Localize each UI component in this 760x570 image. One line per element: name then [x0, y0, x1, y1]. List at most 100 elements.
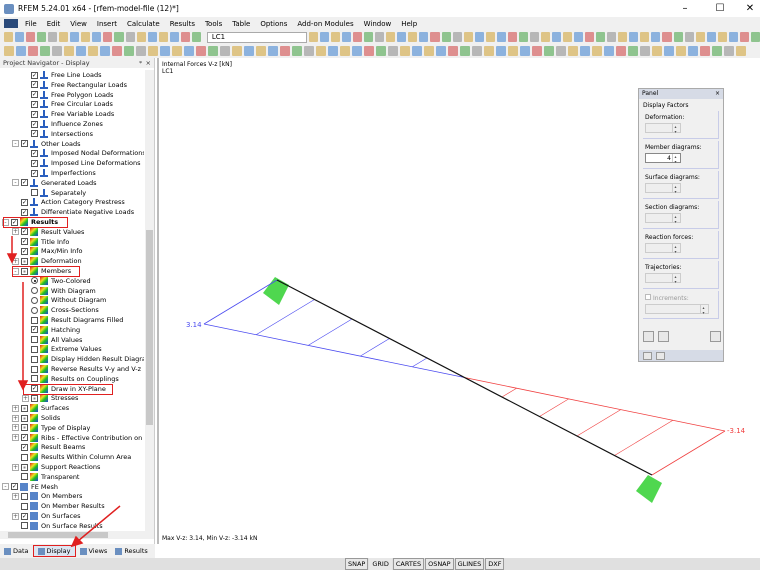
toolbar-button[interactable]: [26, 32, 36, 42]
toolbar-button[interactable]: [618, 32, 628, 42]
toolbar-button[interactable]: [70, 32, 80, 42]
factor-spinner[interactable]: [645, 273, 681, 283]
toolbar-button[interactable]: [256, 46, 266, 56]
lock-button[interactable]: [710, 331, 721, 342]
toolbar-button[interactable]: [88, 46, 98, 56]
toolbar-button[interactable]: [739, 32, 749, 42]
expand-icon[interactable]: +: [12, 434, 19, 442]
checkbox[interactable]: ✓: [21, 179, 28, 187]
toolbar-button[interactable]: [397, 32, 407, 42]
tree-item[interactable]: Results on Couplings: [22, 374, 119, 384]
toolbar-button[interactable]: [308, 32, 318, 42]
status-grid[interactable]: GRID: [369, 558, 392, 570]
toolbar-button[interactable]: [386, 32, 396, 42]
toolbar-button[interactable]: [507, 32, 517, 42]
tree-item[interactable]: ✓ Intersections: [22, 129, 93, 139]
toolbar-button[interactable]: [124, 46, 134, 56]
toolbar-button[interactable]: [4, 46, 14, 56]
checkbox[interactable]: [31, 355, 38, 363]
copy-button[interactable]: [658, 331, 669, 342]
toolbar-button[interactable]: [400, 46, 410, 56]
checkbox[interactable]: [21, 463, 28, 471]
toolbar-button[interactable]: [676, 46, 686, 56]
maximize-button[interactable]: ☐: [705, 0, 735, 17]
menu-options[interactable]: Options: [255, 20, 292, 28]
toolbar-button[interactable]: [688, 46, 698, 56]
toolbar-button[interactable]: [662, 32, 672, 42]
toolbar-button[interactable]: [520, 46, 530, 56]
tree-item[interactable]: ✓ Result Beams: [12, 442, 85, 452]
expand-icon[interactable]: +: [12, 463, 19, 471]
panel-tab-edit[interactable]: [656, 351, 665, 360]
tree-item[interactable]: ✓ Title Info: [12, 237, 69, 247]
status-glines[interactable]: GLINES: [454, 558, 485, 570]
checkbox[interactable]: ✓: [21, 247, 28, 255]
tree-item[interactable]: + Support Reactions: [12, 462, 100, 472]
toolbar-button[interactable]: [551, 32, 562, 42]
tree-item[interactable]: - ✓ FE Mesh: [2, 482, 58, 492]
toolbar-button[interactable]: [114, 32, 124, 42]
vertical-scrollbar[interactable]: [145, 70, 154, 532]
radio-button[interactable]: [31, 306, 38, 314]
collapse-icon[interactable]: -: [12, 140, 19, 148]
toolbar-button[interactable]: [485, 32, 495, 42]
toolbar-button[interactable]: [529, 32, 539, 42]
toolbar-button[interactable]: [640, 32, 650, 42]
menu-tools[interactable]: Tools: [200, 20, 227, 28]
expand-icon[interactable]: +: [12, 404, 19, 412]
expand-icon[interactable]: +: [12, 492, 19, 500]
expand-icon[interactable]: +: [22, 394, 29, 402]
toolbar-button[interactable]: [208, 46, 218, 56]
toolbar-button[interactable]: [244, 46, 254, 56]
tree-item[interactable]: ✓ Free Polygon Loads: [22, 90, 113, 100]
menu-calculate[interactable]: Calculate: [122, 20, 165, 28]
toolbar-button[interactable]: [328, 46, 338, 56]
tree-item[interactable]: Cross-Sections: [22, 305, 99, 315]
toolbar-button[interactable]: [59, 32, 69, 42]
factor-spinner[interactable]: [645, 123, 681, 133]
checkbox[interactable]: [21, 492, 28, 500]
toolbar-button[interactable]: [436, 46, 446, 56]
expand-icon[interactable]: +: [12, 424, 19, 432]
toolbar-button[interactable]: [628, 46, 638, 56]
checkbox[interactable]: ✓: [21, 512, 28, 520]
tab-views[interactable]: Views: [76, 545, 112, 557]
toolbar-button[interactable]: [580, 46, 590, 56]
checkbox[interactable]: ✓: [31, 110, 38, 118]
toolbar-button[interactable]: [169, 32, 179, 42]
factor-spinner[interactable]: [645, 243, 681, 253]
checkbox[interactable]: [31, 336, 38, 344]
toolbar-button[interactable]: [472, 46, 482, 56]
horizontal-scrollbar[interactable]: [0, 531, 154, 539]
toolbar-button[interactable]: [728, 32, 738, 42]
toolbar-button[interactable]: [92, 32, 102, 42]
toolbar-button[interactable]: [452, 32, 462, 42]
toolbar-button[interactable]: [220, 46, 230, 56]
toolbar-button[interactable]: [52, 46, 62, 56]
toolbar-button[interactable]: [64, 46, 74, 56]
checkbox[interactable]: [31, 189, 38, 197]
toolbar-button[interactable]: [280, 46, 290, 56]
checkbox[interactable]: ✓: [31, 81, 38, 89]
radio-button[interactable]: [31, 287, 38, 295]
tree-item[interactable]: ✓ Differentiate Negative Loads: [12, 207, 134, 217]
toolbar-button[interactable]: [474, 32, 484, 42]
toolbar-button[interactable]: [651, 32, 661, 42]
tree-item[interactable]: ✓ Free Line Loads: [22, 70, 101, 80]
expand-icon[interactable]: +: [12, 257, 19, 265]
menu-insert[interactable]: Insert: [92, 20, 122, 28]
toolbar-button[interactable]: [112, 46, 122, 56]
tree-item[interactable]: On Member Results: [12, 501, 105, 511]
tree-item[interactable]: + ✓ On Surfaces: [12, 511, 80, 521]
checkbox[interactable]: [21, 453, 28, 461]
toolbar-button[interactable]: [629, 32, 639, 42]
checkbox[interactable]: ✓: [31, 91, 38, 99]
toolbar-button[interactable]: [424, 46, 434, 56]
toolbar-button[interactable]: [736, 46, 746, 56]
toolbar-button[interactable]: [268, 46, 278, 56]
checkbox[interactable]: ✓: [31, 71, 38, 79]
checkbox[interactable]: ✓: [31, 159, 38, 167]
toolbar-button[interactable]: [412, 46, 422, 56]
toolbar-button[interactable]: [353, 32, 363, 42]
toolbar-button[interactable]: [103, 32, 113, 42]
